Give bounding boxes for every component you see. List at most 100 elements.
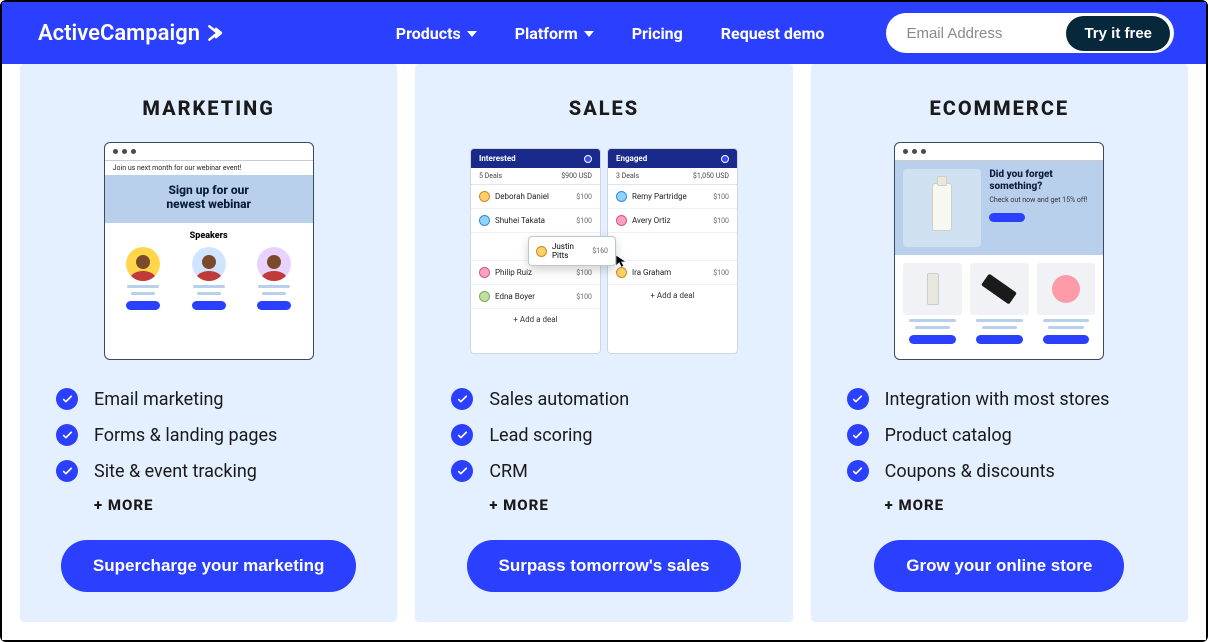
deal-amt: $100 [713,217,729,225]
avatar-icon [257,247,291,281]
speaker-card [126,247,160,310]
deal-name: Justin Pitts [552,242,592,260]
ec-headline-1: Did you forget [989,169,1095,181]
feature-text: Integration with most stores [885,389,1110,410]
try-free-button[interactable]: Try it free [1066,16,1170,51]
browser-dots-icon [105,143,313,161]
feature-item: Email marketing [56,388,367,410]
feature-item: Product catalog [847,424,1158,446]
brand-text: ActiveCampaign [38,21,200,46]
deal-amt: $100 [576,269,592,277]
mk-hero-line2: newest webinar [123,197,295,211]
check-icon [847,388,869,410]
marketing-features: Email marketing Forms & landing pages Si… [50,388,367,514]
check-icon [847,424,869,446]
pipe-name: Interested [479,154,516,163]
product-card [970,263,1029,344]
nav-pricing[interactable]: Pricing [632,24,683,43]
brand-logo[interactable]: ActiveCampaign [38,21,226,46]
avatar-icon [126,247,160,281]
deal-name: Ira Graham [632,268,671,277]
feature-item: Forms & landing pages [56,424,367,446]
avatar-icon [479,291,490,302]
deal-row: Avery Ortiz $100 [608,209,737,233]
ecommerce-more-link[interactable]: + MORE [885,496,1158,514]
card-sales-title: SALES [569,96,639,120]
avatar-icon [479,267,490,278]
check-icon [56,424,78,446]
product-thumb [970,263,1029,315]
avatar-icon [616,267,627,278]
product-image [903,169,981,247]
marketing-cta-button[interactable]: Supercharge your marketing [61,540,356,592]
feature-text: Site & event tracking [94,461,257,482]
product-grid: MARKETING Join us next month for our web… [2,64,1206,640]
sales-features: Sales automation Lead scoring CRM + MORE [445,388,762,514]
deal-amt: $100 [576,293,592,301]
mk-tagline: Join us next month for our webinar event… [105,161,313,175]
ec-cta-pill [989,213,1025,222]
product-thumb [903,263,962,315]
product-card [1037,263,1096,344]
sales-preview: Interested 5 Deals$900 USD Deborah Danie… [464,142,744,360]
feature-item: Lead scoring [451,424,762,446]
add-deal-button: + Add a deal [471,309,600,330]
feature-text: Lead scoring [489,425,592,446]
cursor-icon [614,254,628,268]
gear-icon [584,155,592,163]
speaker-card [192,247,226,310]
sales-cta-button[interactable]: Surpass tomorrow's sales [467,540,742,592]
avatar-icon [192,247,226,281]
feature-text: Product catalog [885,425,1012,446]
nav-products[interactable]: Products [396,24,477,43]
avatar-icon [536,246,547,257]
feature-item: Sales automation [451,388,762,410]
pipe-deals-count: 5 Deals [479,172,502,180]
nav-demo[interactable]: Request demo [721,24,825,43]
marketing-preview: Join us next month for our webinar event… [104,142,314,360]
feature-text: Sales automation [489,389,629,410]
pipeline-engaged: Engaged 3 Deals$1,050 USD Remy Partridge… [607,148,738,354]
deal-name: Avery Ortiz [632,216,671,225]
card-marketing: MARKETING Join us next month for our web… [20,64,397,622]
avatar-icon [479,215,490,226]
ecommerce-features: Integration with most stores Product cat… [841,388,1158,514]
brand-arrow-icon [206,23,226,43]
ec-headline-2: something? [989,181,1095,193]
deal-name: Edna Boyer [495,292,535,301]
card-ecommerce-title: ECOMMERCE [930,96,1070,120]
signup-pill: Try it free [886,13,1174,53]
avatar-icon [616,191,627,202]
gear-icon [721,155,729,163]
check-icon [451,424,473,446]
feature-item: Coupons & discounts [847,460,1158,482]
add-deal-button: + Add a deal [608,285,737,306]
check-icon [847,460,869,482]
product-card [903,263,962,344]
sales-more-link[interactable]: + MORE [489,496,762,514]
ecommerce-cta-button[interactable]: Grow your online store [874,540,1124,592]
deal-row: Remy Partridge $100 [608,185,737,209]
feature-item: CRM [451,460,762,482]
feature-text: CRM [489,461,528,482]
avatar-icon [616,215,627,226]
browser-dots-icon [895,143,1103,161]
deal-row: Edna Boyer $100 [471,285,600,309]
feature-item: Site & event tracking [56,460,367,482]
check-icon [451,460,473,482]
deal-row: Shuhei Takata$100 [471,209,600,233]
feature-text: Coupons & discounts [885,461,1055,482]
mk-hero: Sign up for our newest webinar [105,175,313,223]
avatar-icon [479,191,490,202]
ecommerce-preview: Did you forget something? Check out now … [894,142,1104,360]
feature-text: Forms & landing pages [94,425,277,446]
nav-platform[interactable]: Platform [515,24,594,43]
feature-item: Integration with most stores [847,388,1158,410]
marketing-more-link[interactable]: + MORE [94,496,367,514]
top-nav: ActiveCampaign Products Platform Pricing… [2,2,1206,64]
deal-name: Remy Partridge [632,192,687,201]
email-input[interactable] [906,25,1066,42]
deal-amt: $100 [713,193,729,201]
mk-speakers [105,247,313,318]
nav-demo-label: Request demo [721,24,825,43]
